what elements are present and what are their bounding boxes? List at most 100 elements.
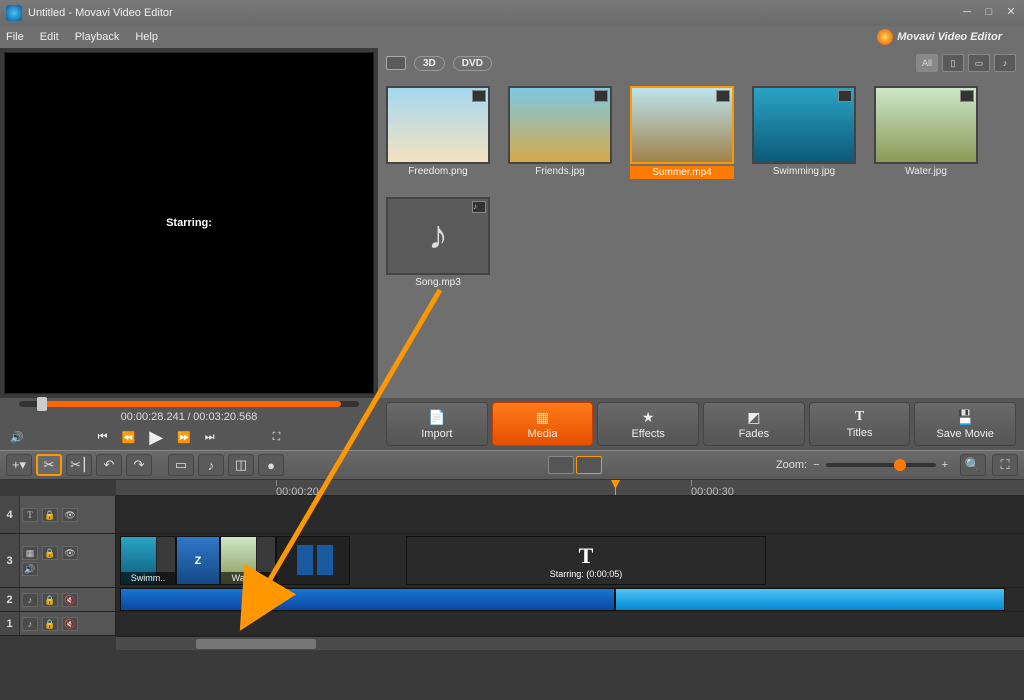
close-icon[interactable]: ✕ <box>1004 6 1018 20</box>
window-title: Untitled - Movavi Video Editor <box>28 7 173 19</box>
filter-video-icon[interactable]: ▯ <box>942 54 964 72</box>
next-button[interactable]: ⏭ <box>205 431 215 444</box>
tab-media[interactable]: ▦Media <box>492 402 594 446</box>
filter-audio-icon[interactable]: ♪ <box>994 54 1016 72</box>
zoom-in-icon[interactable]: + <box>942 459 948 471</box>
clip-video[interactable]: Water.j.. <box>220 536 276 585</box>
volume-icon[interactable]: 🔊 <box>10 431 24 444</box>
playhead[interactable] <box>615 480 616 495</box>
menu-help[interactable]: Help <box>135 31 158 43</box>
track-body[interactable]: Swimm.. Z Water.j.. T Starring: (0:00:05… <box>116 534 1024 587</box>
prev-button[interactable]: ⏮ <box>98 431 108 444</box>
thumb-label: Swimming.jpg <box>752 166 856 177</box>
eye-icon[interactable]: 👁 <box>62 508 78 522</box>
filter-all[interactable]: All <box>916 54 938 72</box>
media-item[interactable]: ♪ ♪ Song.mp3 <box>386 197 490 288</box>
open-folder-icon[interactable] <box>386 56 406 70</box>
clip-audio[interactable] <box>615 588 1005 611</box>
media-item[interactable]: Friends.jpg <box>508 86 612 179</box>
media-item[interactable]: Swimming.jpg <box>752 86 856 179</box>
menu-file[interactable]: File <box>6 31 24 43</box>
control-bar: 00:00:28.241 / 00:03:20.568 🔊 ⏮ ⏪ ▶ ⏩ ⏭ … <box>0 398 1024 450</box>
linked-audio-icon[interactable]: 🔊 <box>22 562 38 576</box>
undo-button[interactable]: ↶ <box>96 454 122 476</box>
split-button[interactable]: ✂⎮ <box>66 454 92 476</box>
media-item[interactable]: Freedom.png <box>386 86 490 179</box>
tab-save-movie[interactable]: 💾Save Movie <box>914 402 1016 446</box>
thumb-image <box>508 86 612 164</box>
rewind-button[interactable]: ⏪ <box>122 431 136 444</box>
mute-icon[interactable]: 🔇 <box>62 593 78 607</box>
zoom-slider[interactable] <box>826 463 936 467</box>
clip-audio[interactable] <box>120 588 615 611</box>
lock-icon[interactable]: 🔒 <box>42 546 58 560</box>
track-number: 1 <box>0 612 20 635</box>
cut-button[interactable]: ✂ <box>36 454 62 476</box>
track-4: 4 T🔒👁 <box>0 496 1024 534</box>
expand-button[interactable]: ⛶ <box>992 454 1018 476</box>
add-button[interactable]: +▾ <box>6 454 32 476</box>
forward-button[interactable]: ⏩ <box>177 431 191 444</box>
crop-button[interactable]: ◫ <box>228 454 254 476</box>
zoom-out-icon[interactable]: − <box>813 459 819 471</box>
audio-track-icon[interactable]: ♪ <box>22 593 38 607</box>
badge-icon <box>716 90 730 102</box>
video-track-icon[interactable]: ▦ <box>22 546 38 560</box>
tab-3d[interactable]: 3D <box>414 56 445 71</box>
clip-title[interactable]: T Starring: (0:00:05) <box>406 536 766 585</box>
track-body[interactable] <box>116 612 1024 635</box>
track-body[interactable] <box>116 588 1024 611</box>
media-item[interactable]: Water.jpg <box>874 86 978 179</box>
clip-video[interactable] <box>276 536 350 585</box>
clip-video[interactable]: Swimm.. <box>120 536 176 585</box>
preview-text: Starring: <box>166 217 212 229</box>
track-2: 2 ♪🔒🔇 <box>0 588 1024 612</box>
thumb-label: Song.mp3 <box>386 277 490 288</box>
lock-icon[interactable]: 🔒 <box>42 508 58 522</box>
fullscreen-icon[interactable]: ⛶ <box>273 431 281 444</box>
timeline-ruler[interactable]: 00:00:20 00:00:30 <box>116 480 1024 496</box>
badge-icon <box>838 90 852 102</box>
maximize-icon[interactable]: □ <box>982 6 996 20</box>
lock-icon[interactable]: 🔒 <box>42 617 58 631</box>
tab-import[interactable]: 📄Import <box>386 402 488 446</box>
brand-icon <box>877 29 893 45</box>
play-button[interactable]: ▶ <box>149 427 163 448</box>
menu-edit[interactable]: Edit <box>40 31 59 43</box>
tab-dvd[interactable]: DVD <box>453 56 492 71</box>
zoom-handle[interactable] <box>894 459 906 471</box>
track-1: 1 ♪ 🔒 🔇 <box>0 612 1024 636</box>
minimize-icon[interactable]: ─ <box>960 6 974 20</box>
seek-handle[interactable] <box>37 397 47 411</box>
tab-label: Titles <box>847 427 873 439</box>
view-storyboard-button[interactable] <box>548 456 574 474</box>
clip-props-button[interactable]: ▭ <box>168 454 194 476</box>
mute-icon[interactable]: 🔇 <box>62 617 78 631</box>
filter-image-icon[interactable]: ▭ <box>968 54 990 72</box>
audio-props-button[interactable]: ♪ <box>198 454 224 476</box>
tab-effects[interactable]: ★Effects <box>597 402 699 446</box>
thumb-image <box>874 86 978 164</box>
redo-button[interactable]: ↷ <box>126 454 152 476</box>
record-button[interactable]: ● <box>258 454 284 476</box>
zoom-fit-button[interactable]: 🔍 <box>960 454 986 476</box>
media-item[interactable]: Summer.mp4 <box>630 86 734 179</box>
tab-fades[interactable]: ◩Fades <box>703 402 805 446</box>
menu-playback[interactable]: Playback <box>75 31 120 43</box>
menubar: File Edit Playback Help Movavi Video Edi… <box>0 26 1024 48</box>
lock-icon[interactable]: 🔒 <box>42 593 58 607</box>
tab-titles[interactable]: TTitles <box>809 402 911 446</box>
scroll-thumb[interactable] <box>196 639 316 649</box>
timeline-scrollbar[interactable] <box>116 636 1024 650</box>
track-number: 3 <box>0 534 20 587</box>
eye-icon[interactable]: 👁 <box>62 546 78 560</box>
preview-video[interactable]: Starring: <box>4 52 374 394</box>
track-body[interactable] <box>116 496 1024 533</box>
clip-transition[interactable]: Z <box>176 536 220 585</box>
title-track-icon[interactable]: T <box>22 508 38 522</box>
seek-slider[interactable] <box>19 401 359 407</box>
audio-track-icon[interactable]: ♪ <box>22 617 38 631</box>
clip-waveform <box>317 545 333 575</box>
view-timeline-button[interactable] <box>576 456 602 474</box>
tab-label: Import <box>421 428 452 440</box>
